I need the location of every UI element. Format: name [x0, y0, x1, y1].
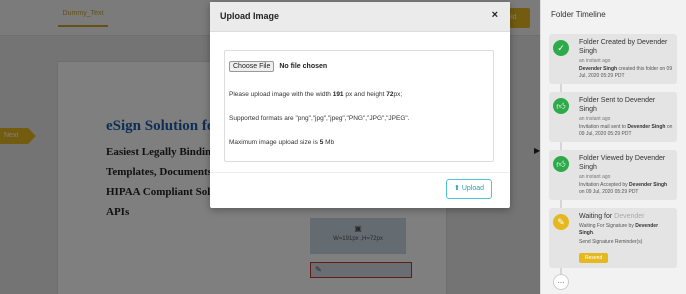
timeline-item-title: Folder Viewed by Devender Singh — [579, 155, 666, 171]
reminder-text: Send Signature Reminder(s) — [579, 239, 643, 245]
timeline-item: 👍︎ Folder Sent to Devender Singh an inst… — [549, 92, 677, 142]
timeline-item-title: Folder Sent to Devender Singh — [579, 97, 656, 113]
modal-title: Upload Image — [220, 11, 280, 21]
more-options-button[interactable]: ... — [553, 274, 569, 290]
modal-header: Upload Image × — [210, 2, 510, 32]
timeline-header: Folder Timeline — [551, 10, 606, 19]
modal-body: Choose File No file chosen Please upload… — [224, 50, 494, 162]
folder-timeline-panel: Folder Timeline ✓ Folder Created by Deve… — [540, 0, 686, 294]
dimension-instruction: Please upload image with the width 191 p… — [229, 91, 403, 98]
close-icon[interactable]: × — [492, 9, 498, 21]
resend-button[interactable]: Resend — [579, 253, 609, 263]
timeline-item: ✓ Folder Created by Devender Singh an in… — [549, 34, 677, 84]
choose-file-button[interactable]: Choose File — [229, 61, 275, 72]
timeline-item-time: an instant ago — [579, 174, 611, 180]
check-icon: ✓ — [553, 40, 569, 56]
timeline-item: ✎ Waiting for Devender Waiting For Signa… — [549, 208, 677, 268]
timeline-item-time: an instant ago — [579, 116, 611, 122]
upload-icon: ⬆︎ — [454, 185, 462, 192]
timeline-item-desc: Devender Singh created this folder on 09… — [579, 66, 673, 79]
timeline-item-desc: Invitation Accepted by Devender Singh on… — [579, 182, 668, 195]
timeline-item-desc: Invitation mail sent to Devender Singh o… — [579, 124, 673, 137]
timeline-item-desc: Waiting For Signature by Devender Singh. — [579, 223, 659, 236]
app-background: Dummy_Text Field eSign Solution fo Easie… — [0, 0, 686, 294]
timeline-item-time: an instant ago — [579, 58, 611, 64]
file-input[interactable]: Choose File No file chosen — [229, 61, 327, 72]
thumbs-up-icon: 👍︎ — [553, 98, 569, 114]
upload-image-modal: Upload Image × Choose File No file chose… — [210, 2, 510, 208]
supported-formats: Supported formats are "png","jpg","jpeg"… — [229, 115, 410, 122]
upload-button[interactable]: ⬆︎ Upload — [446, 179, 492, 199]
edit-icon: ✎ — [553, 214, 569, 230]
modal-footer-divider — [210, 172, 510, 173]
max-size-instruction: Maximum image upload size is 5 Mb — [229, 139, 335, 146]
timeline-item-title: Folder Created by Devender Singh — [579, 39, 668, 55]
thumbs-up-icon: 👍︎ — [553, 156, 569, 172]
timeline-item-title: Waiting for Devender — [579, 213, 645, 220]
file-status: No file chosen — [279, 63, 328, 70]
timeline-item: 👍︎ Folder Viewed by Devender Singh an in… — [549, 150, 677, 200]
